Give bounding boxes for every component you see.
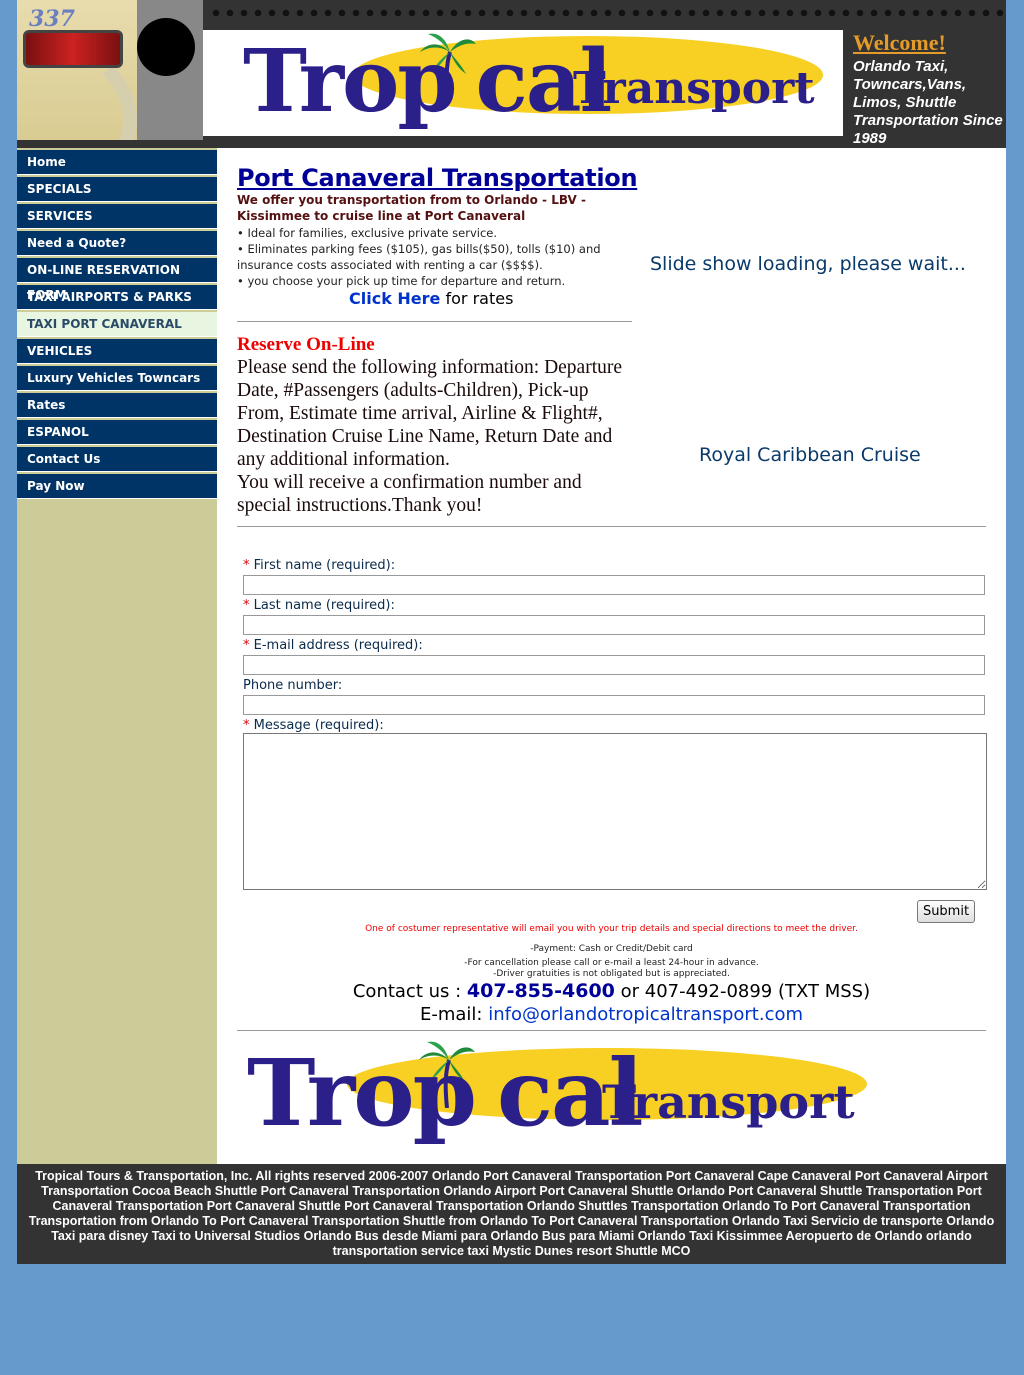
nav-item-port-canaveral[interactable]: TAXI PORT CANAVERAL [17, 312, 217, 337]
rates-link[interactable]: Click Here [349, 289, 440, 308]
intro-text: We offer you transportation from to Orla… [237, 193, 586, 223]
contact-prefix: Contact us : [352, 981, 467, 1002]
payment-note: -Payment: Cash or Credit/Debit card [530, 944, 693, 954]
required-marker: * [243, 638, 250, 653]
logo-transport-text: Transport [573, 63, 815, 114]
nav-item-espanol[interactable]: ESPANOL [17, 420, 217, 445]
main-content: Port Canaveral Transportation We offer y… [217, 148, 1006, 1164]
nav-item-reservation-form[interactable]: ON-LINE RESERVATION FORM [17, 258, 217, 302]
header-dot-strip [209, 6, 1006, 20]
cancellation-note: -For cancellation please call or e-mail … [464, 958, 759, 968]
welcome-title: Welcome! [853, 30, 946, 55]
email-input[interactable] [243, 655, 985, 675]
header-logo[interactable]: Trop cal Transport [203, 30, 843, 136]
nav-item-airports-parks[interactable]: TAXI AIRPORTS & PARKS [17, 285, 217, 310]
last-name-input[interactable] [243, 615, 985, 635]
first-name-label: * First name (required): [243, 558, 395, 573]
email-label: * E-mail address (required): [243, 638, 423, 653]
page-title[interactable]: Port Canaveral Transportation [237, 164, 638, 192]
slideshow-loading-message: Slide show loading, please wait... [650, 253, 966, 275]
email-link[interactable]: info@orlandotropicaltransport.com [488, 1004, 803, 1025]
logo-trop-text: Trop [243, 31, 458, 132]
nav-item-vehicles[interactable]: VEHICLES [17, 339, 217, 364]
contact-line: Contact us : 407-855-4600 or 407-492-089… [217, 980, 1006, 1002]
last-name-label: * Last name (required): [243, 598, 395, 613]
footer-logo-transport-text: Transport [602, 1075, 855, 1129]
message-label: * Message (required): [243, 718, 384, 733]
sidebar-nav: Home SPECIALS SERVICES Need a Quote? ON-… [17, 148, 217, 1164]
submit-button[interactable]: Submit [917, 900, 975, 923]
required-marker: * [243, 558, 250, 573]
reserve-instructions-text: Please send the following information: D… [237, 357, 623, 470]
rates-line: Click Here for rates [349, 289, 513, 308]
email-label-text: E-mail address (required): [253, 638, 423, 653]
primary-phone[interactable]: 407-855-4600 [467, 980, 615, 1002]
site-footer: Tropical Tours & Transportation, Inc. Al… [17, 1164, 1006, 1264]
message-label-text: Message (required): [253, 718, 384, 733]
divider [237, 526, 986, 527]
site-header: 337 Trop cal Transport Welcome! Orlando T… [17, 0, 1006, 148]
phone-label: Phone number: [243, 678, 343, 693]
footer-logo: Trop cal Transport [237, 1036, 887, 1156]
reserve-confirmation-text: You will receive a confirmation number a… [237, 472, 582, 516]
nav-item-luxury-vehicles[interactable]: Luxury Vehicles Towncars [17, 366, 217, 391]
nav-item-pay-now[interactable]: Pay Now [17, 474, 217, 499]
nav-item-contact[interactable]: Contact Us [17, 447, 217, 472]
secondary-phone: or 407-492-0899 (TXT MSS) [614, 981, 871, 1002]
page-wrapper: 337 Trop cal Transport Welcome! Orlando T… [17, 0, 1006, 1264]
required-marker: * [243, 718, 250, 733]
footer-logo-trop-text: Trop [247, 1039, 477, 1147]
first-name-label-text: First name (required): [253, 558, 396, 573]
rates-suffix: for rates [440, 289, 514, 308]
nav-item-quote[interactable]: Need a Quote? [17, 231, 217, 256]
nav-item-specials[interactable]: SPECIALS [17, 177, 217, 202]
header-taxi-photo: 337 [17, 0, 203, 140]
slideshow-caption: Royal Caribbean Cruise [699, 444, 921, 466]
representative-note: One of costumer representative will emai… [365, 924, 858, 934]
benefit-item: • you choose your pick up time for depar… [237, 274, 566, 288]
message-textarea[interactable] [243, 733, 987, 890]
nav-item-services[interactable]: SERVICES [17, 204, 217, 229]
divider [237, 321, 632, 322]
reserve-instructions: Please send the following information: D… [237, 356, 637, 517]
welcome-box: Welcome! Orlando Taxi, Towncars,Vans, Li… [853, 30, 1006, 148]
benefits-list: • Ideal for families, exclusive private … [237, 225, 617, 289]
reserve-title: Reserve On-Line [237, 334, 375, 355]
benefit-item: • Ideal for families, exclusive private … [237, 226, 498, 240]
welcome-text: Orlando Taxi, Towncars,Vans, Limos, Shut… [853, 58, 1003, 147]
divider [237, 1030, 986, 1031]
required-marker: * [243, 598, 250, 613]
first-name-input[interactable] [243, 575, 985, 595]
nav-item-rates[interactable]: Rates [17, 393, 217, 418]
nav-item-home[interactable]: Home [17, 150, 217, 175]
email-prefix: E-mail: [419, 1004, 489, 1025]
email-line: E-mail: info@orlandotropicaltransport.co… [217, 1004, 1006, 1025]
benefit-item: • Eliminates parking fees ($105), gas bi… [237, 242, 601, 272]
taxi-number: 337 [29, 6, 75, 32]
phone-input[interactable] [243, 695, 985, 715]
gratuities-note: -Driver gratuities is not obligated but … [493, 969, 730, 979]
last-name-label-text: Last name (required): [253, 598, 395, 613]
